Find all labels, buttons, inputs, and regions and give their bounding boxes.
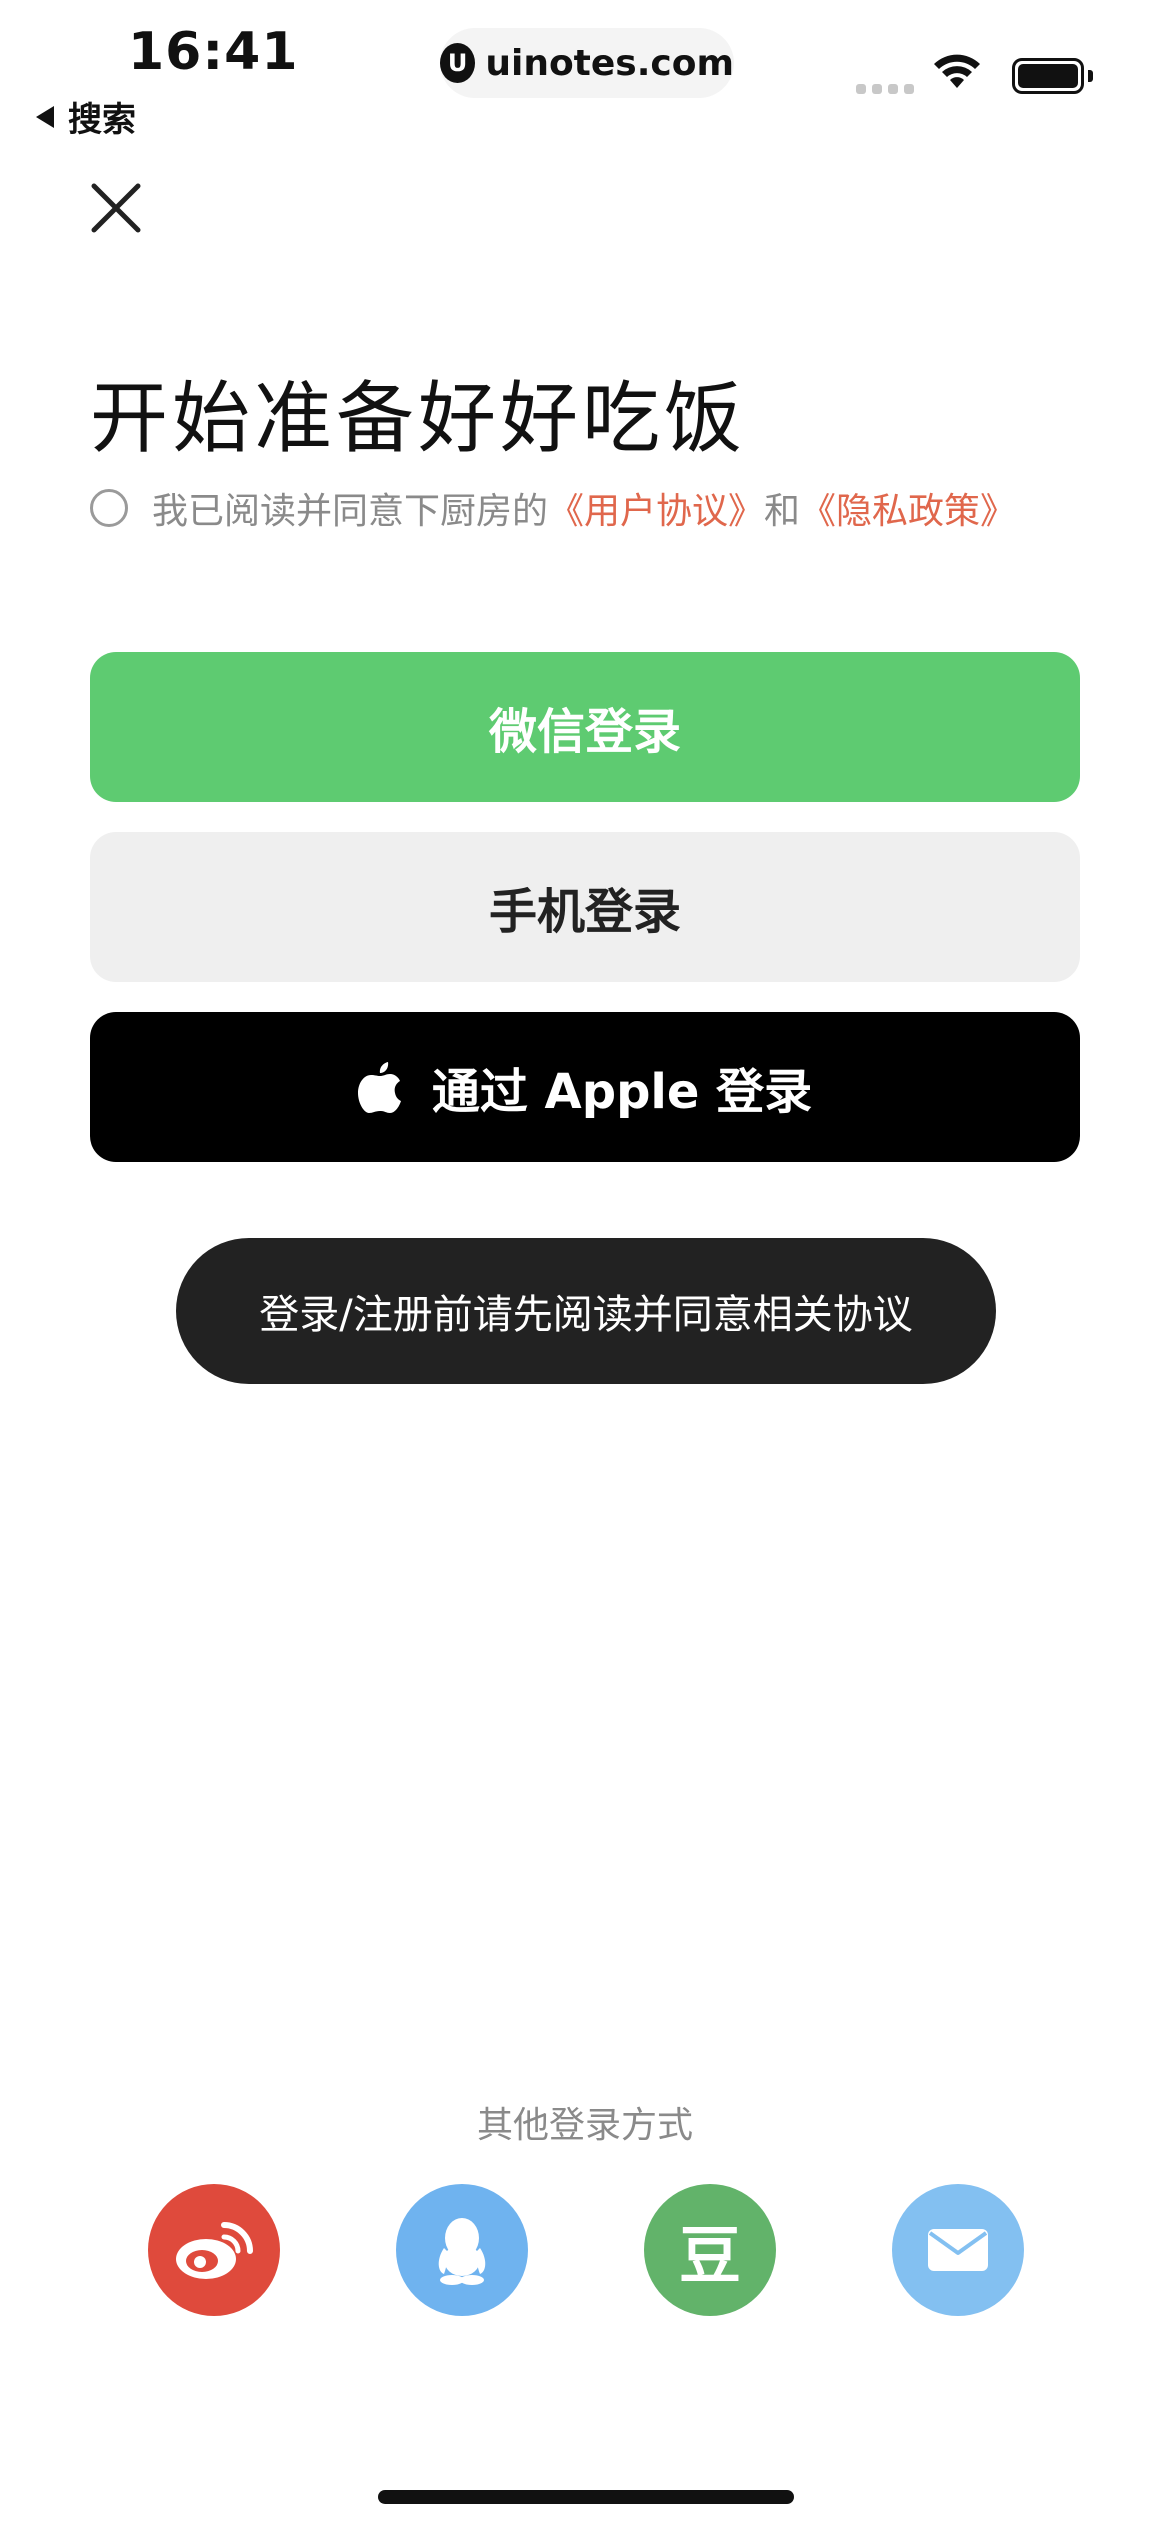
phone-login-label: 手机登录 (488, 884, 681, 940)
wifi-icon (934, 54, 980, 88)
weibo-login-button[interactable] (148, 2184, 280, 2316)
apple-login-button[interactable]: 通过 Apple 登录 (90, 1012, 1080, 1162)
privacy-policy-link[interactable]: 《隐私政策》 (800, 482, 1016, 534)
page-title: 开始准备好好吃饭 (90, 374, 747, 464)
apple-logo-icon (357, 1062, 401, 1113)
agreement-toast: 登录/注册前请先阅读并同意相关协议 (176, 1238, 996, 1384)
agreement-row: 我已阅读并同意下厨房的 《用户协议》 和 《隐私政策》 (90, 482, 1016, 534)
toast-text: 登录/注册前请先阅读并同意相关协议 (259, 1292, 913, 1338)
close-icon[interactable] (88, 180, 144, 236)
battery-icon (1012, 58, 1084, 94)
url-pill[interactable]: U uinotes.com (440, 28, 734, 98)
wechat-login-label: 微信登录 (488, 704, 681, 760)
douban-login-button[interactable]: 豆 (644, 2184, 776, 2316)
qq-login-button[interactable] (396, 2184, 528, 2316)
phone-login-button[interactable]: 手机登录 (90, 832, 1080, 982)
other-login-label: 其他登录方式 (476, 2105, 693, 2146)
douban-icon: 豆 (678, 2219, 741, 2292)
agreement-prefix: 我已阅读并同意下厨房的 (152, 491, 549, 532)
agreement-checkbox[interactable] (90, 489, 128, 527)
agreement-and: 和 (764, 491, 801, 532)
wechat-login-button[interactable]: 微信登录 (90, 652, 1080, 802)
battery-nub (1088, 70, 1093, 82)
apple-login-label: 通过 Apple 登录 (431, 1064, 813, 1120)
url-text: uinotes.com (485, 42, 734, 84)
weibo-icon (176, 2222, 253, 2279)
back-to-app-button[interactable]: 搜索 (36, 92, 136, 141)
user-agreement-link[interactable]: 《用户协议》 (548, 482, 764, 534)
home-indicator[interactable] (378, 2490, 794, 2504)
site-logo-icon: U (440, 43, 476, 83)
qq-icon (438, 2218, 486, 2285)
back-triangle-icon (36, 105, 54, 128)
email-login-button[interactable] (892, 2184, 1024, 2316)
back-app-label: 搜索 (68, 100, 136, 140)
mail-icon (928, 2229, 988, 2271)
cellular-signal-icon (856, 84, 914, 94)
status-time: 16:41 (128, 22, 299, 82)
